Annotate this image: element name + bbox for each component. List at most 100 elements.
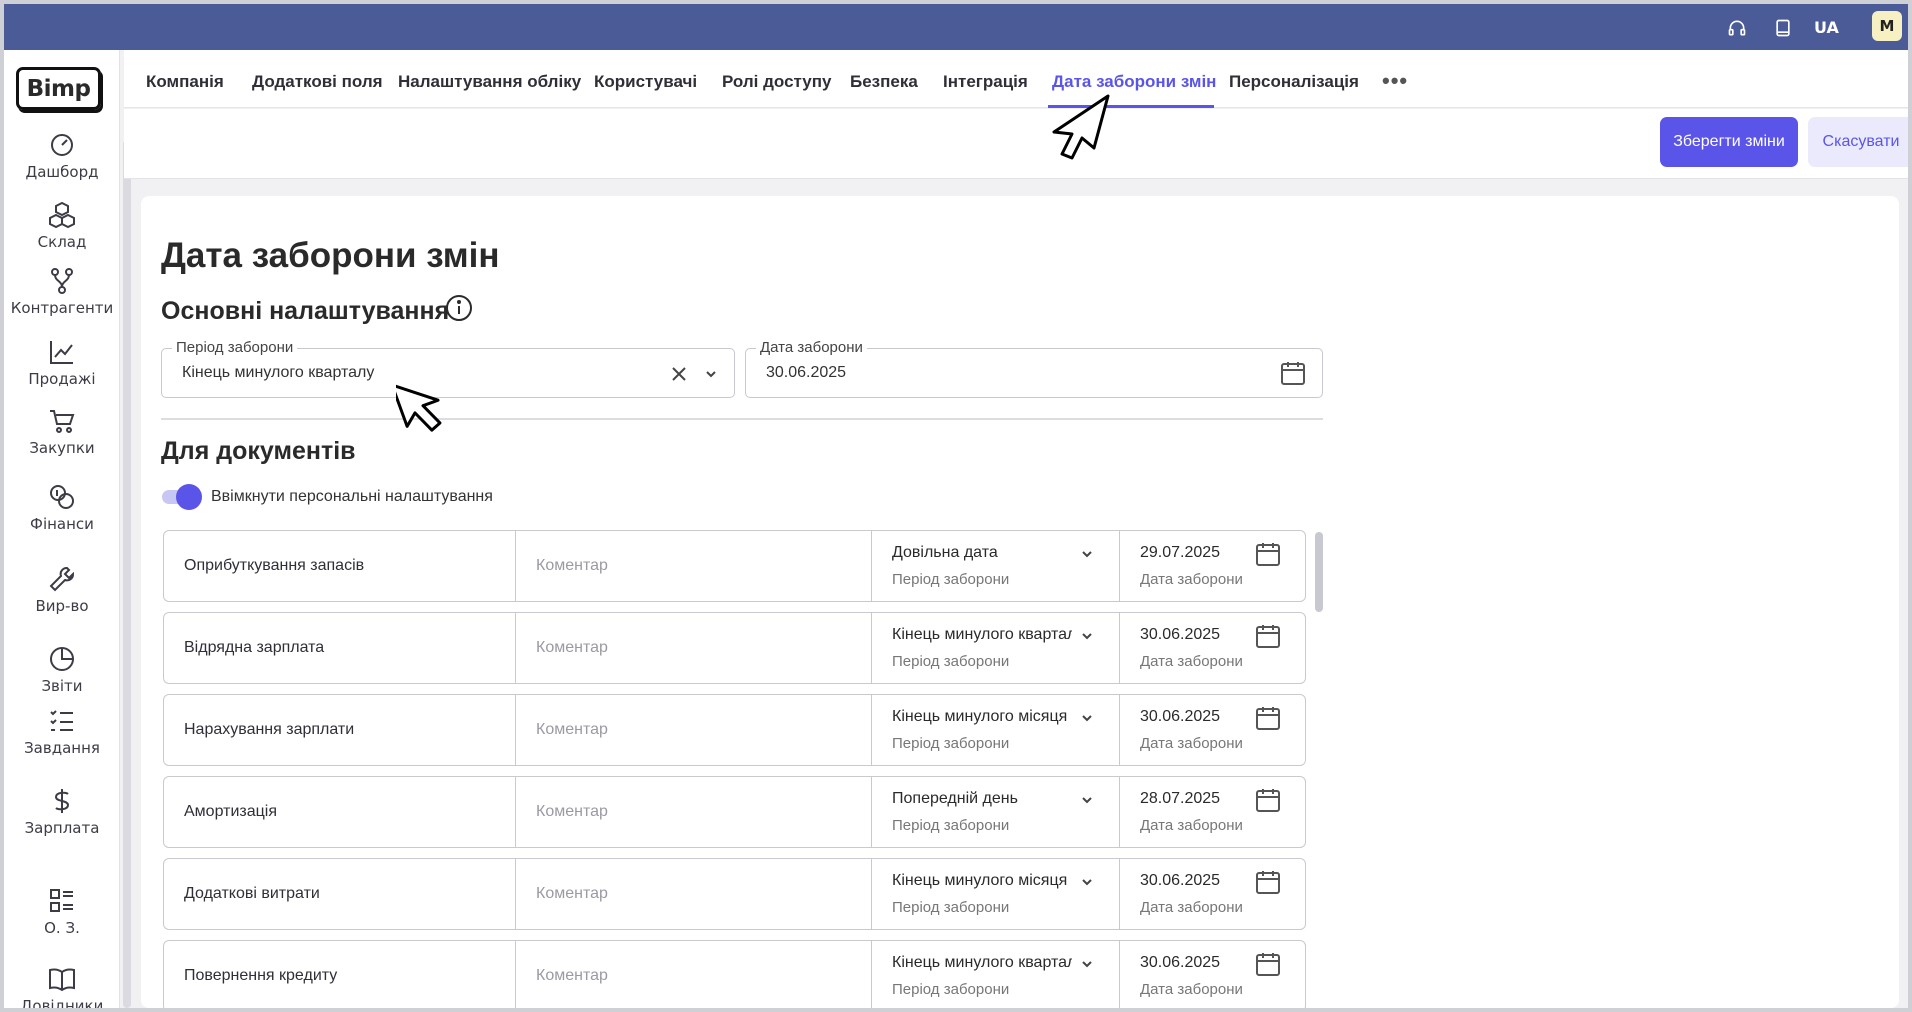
info-icon[interactable]: [445, 294, 473, 322]
period-select[interactable]: Кінець минулого кварталу Період заборони: [871, 940, 1120, 1008]
chevron-down-icon[interactable]: [1080, 629, 1094, 643]
period-sublabel: Період заборони: [892, 899, 1010, 916]
date-field[interactable]: 28.07.2025 Дата заборони: [1119, 776, 1306, 848]
sidebar-item-salary[interactable]: Зарплата: [4, 786, 120, 837]
sidebar-item-purchases[interactable]: Закупки: [4, 406, 120, 457]
sidebar-item-label: Фінанси: [30, 515, 94, 533]
avatar[interactable]: M: [1872, 11, 1902, 41]
date-value: 28.07.2025: [1140, 790, 1221, 807]
grid-list-icon: [50, 889, 73, 912]
period-sublabel: Період заборони: [892, 735, 1010, 752]
table-row: Нарахування зарплати Кінець минулого міся…: [163, 694, 1306, 766]
chevron-down-icon[interactable]: [1080, 875, 1094, 889]
sidebar-item-production[interactable]: Вир-во: [4, 564, 120, 615]
tab-extra-fields[interactable]: Додаткові поля: [252, 72, 383, 92]
date-field[interactable]: 30.06.2025 Дата заборони: [1119, 940, 1306, 1008]
date-value: 29.07.2025: [1140, 544, 1221, 561]
gauge-icon: [51, 134, 73, 156]
dollar-icon: [54, 789, 70, 813]
save-button[interactable]: Зберегти зміни: [1660, 117, 1798, 167]
page-scrollbar[interactable]: [123, 140, 131, 1008]
comment-input[interactable]: [536, 721, 856, 739]
document-type: Додаткові витрати: [184, 885, 320, 902]
table-scrollbar[interactable]: [1315, 532, 1323, 612]
calendar-icon[interactable]: [1255, 541, 1281, 567]
tab-lock-date[interactable]: Дата заборони змін: [1052, 72, 1216, 92]
date-field[interactable]: 30.06.2025 Дата заборони: [1119, 858, 1306, 930]
period-select[interactable]: Кінець минулого кварталу Період заборони: [871, 612, 1120, 684]
chevron-down-icon[interactable]: [1080, 711, 1094, 725]
calendar-icon[interactable]: [1280, 360, 1306, 386]
lock-date-field[interactable]: Дата заборони 30.06.2025: [745, 339, 1323, 398]
comment-cell[interactable]: [515, 612, 872, 684]
action-bar: Зберегти зміни Скасувати: [124, 109, 1908, 179]
tab-company[interactable]: Компанія: [146, 72, 224, 92]
more-tabs-icon[interactable]: •••: [1382, 68, 1408, 94]
lock-period-value: Кінець минулого кварталу: [182, 364, 375, 381]
clear-icon[interactable]: [670, 365, 688, 383]
tab-integration[interactable]: Інтеграція: [943, 72, 1028, 92]
tab-personalization[interactable]: Персоналізація: [1229, 72, 1359, 92]
sidebar-item-counterparties[interactable]: Контрагенти: [4, 266, 120, 317]
period-sublabel: Період заборони: [892, 981, 1010, 998]
calendar-icon[interactable]: [1255, 951, 1281, 977]
period-select[interactable]: Кінець минулого місяця Період заборони: [871, 694, 1120, 766]
chevron-down-icon[interactable]: [1080, 793, 1094, 807]
comment-cell[interactable]: [515, 694, 872, 766]
sidebar-item-sales[interactable]: Продажі: [4, 337, 120, 388]
personal-settings-toggle[interactable]: [162, 484, 202, 510]
comment-input[interactable]: [536, 885, 856, 903]
checklist-icon: [50, 710, 73, 731]
date-sublabel: Дата заборони: [1140, 571, 1243, 588]
chevron-down-icon[interactable]: [1080, 957, 1094, 971]
chevron-down-icon[interactable]: [704, 367, 718, 381]
comment-input[interactable]: [536, 803, 856, 821]
chevron-down-icon[interactable]: [1080, 547, 1094, 561]
sidebar-item-directories[interactable]: Довідники: [4, 964, 120, 1008]
comment-cell[interactable]: [515, 530, 872, 602]
sidebar-item-reports[interactable]: Звіти: [4, 644, 120, 695]
lock-period-select[interactable]: Період заборони Кінець минулого кварталу: [161, 339, 735, 398]
date-field[interactable]: 30.06.2025 Дата заборони: [1119, 694, 1306, 766]
date-field[interactable]: 30.06.2025 Дата заборони: [1119, 612, 1306, 684]
period-value: Кінець минулого кварталу: [892, 626, 1072, 643]
table-row: Оприбуткування запасів Довільна дата Періо…: [163, 530, 1306, 602]
comment-cell[interactable]: [515, 776, 872, 848]
sidebar-item-warehouse[interactable]: Склад: [4, 200, 120, 251]
page-title: Дата заборони змін: [161, 236, 500, 275]
comment-input[interactable]: [536, 557, 856, 575]
comment-cell[interactable]: [515, 858, 872, 930]
calendar-icon[interactable]: [1255, 787, 1281, 813]
period-select[interactable]: Кінець минулого місяця Період заборони: [871, 858, 1120, 930]
sidebar-item-dashboard[interactable]: Дашборд: [4, 130, 120, 181]
settings-card: Дата заборони змін Основні налаштування …: [141, 196, 1899, 1008]
comment-input[interactable]: [536, 639, 856, 657]
table-row: Повернення кредиту Кінець минулого кварта…: [163, 940, 1306, 1008]
calendar-icon[interactable]: [1255, 623, 1281, 649]
period-select[interactable]: Попередній день Період заборони: [871, 776, 1120, 848]
book-icon[interactable]: [1772, 17, 1794, 39]
period-select[interactable]: Довільна дата Період заборони: [871, 530, 1120, 602]
sidebar-item-label: Завдання: [24, 739, 100, 757]
comment-cell[interactable]: [515, 940, 872, 1008]
tab-access-roles[interactable]: Ролі доступу: [722, 72, 831, 92]
date-field[interactable]: 29.07.2025 Дата заборони: [1119, 530, 1306, 602]
tab-security[interactable]: Безпека: [850, 72, 918, 92]
sidebar-item-finance[interactable]: Фінанси: [4, 482, 120, 533]
period-sublabel: Період заборони: [892, 653, 1010, 670]
sidebar-item-fixed-assets[interactable]: О. З.: [4, 886, 120, 937]
document-type: Оприбуткування запасів: [184, 557, 365, 574]
cancel-button[interactable]: Скасувати: [1808, 117, 1908, 167]
sidebar-item-label: Дашборд: [25, 163, 99, 181]
language-switch[interactable]: UA: [1814, 18, 1839, 37]
sidebar-item-tasks[interactable]: Завдання: [4, 706, 120, 757]
date-value: 30.06.2025: [1140, 954, 1221, 971]
logo[interactable]: Bimp: [16, 67, 101, 110]
calendar-icon[interactable]: [1255, 869, 1281, 895]
calendar-icon[interactable]: [1255, 705, 1281, 731]
top-bar: UA M: [4, 4, 1908, 50]
tab-accounting-settings[interactable]: Налаштування обліку: [398, 72, 581, 92]
tab-users[interactable]: Користувачі: [594, 72, 697, 92]
comment-input[interactable]: [536, 967, 856, 985]
headset-icon[interactable]: [1726, 17, 1748, 39]
